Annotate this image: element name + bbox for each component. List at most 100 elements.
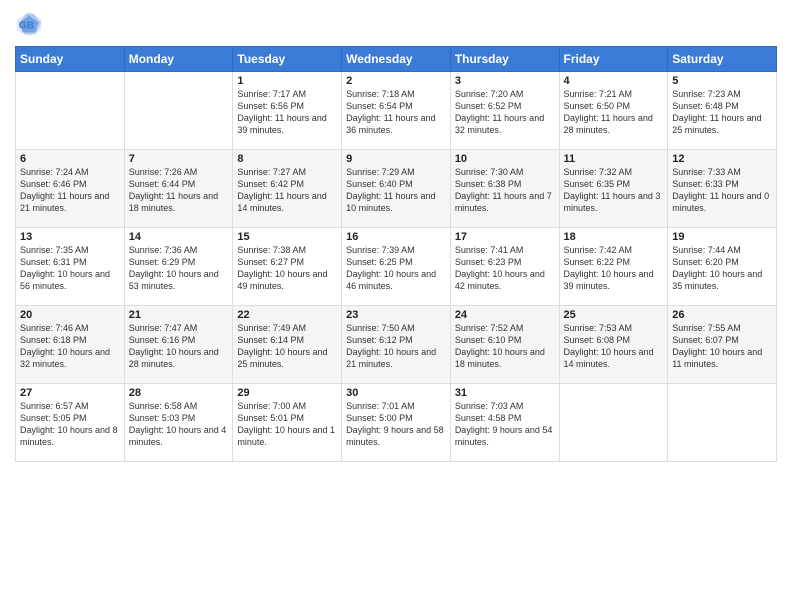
- day-cell: [124, 72, 233, 150]
- day-number: 21: [129, 309, 229, 321]
- day-number: 12: [672, 153, 772, 165]
- day-cell: 8Sunrise: 7:27 AM Sunset: 6:42 PM Daylig…: [233, 150, 342, 228]
- day-info: Sunrise: 7:18 AM Sunset: 6:54 PM Dayligh…: [346, 88, 446, 137]
- day-cell: 14Sunrise: 7:36 AM Sunset: 6:29 PM Dayli…: [124, 228, 233, 306]
- day-cell: 9Sunrise: 7:29 AM Sunset: 6:40 PM Daylig…: [342, 150, 451, 228]
- page: GB SundayMondayTuesdayWednesdayThursdayF…: [0, 0, 792, 612]
- logo-icon: GB: [15, 10, 43, 38]
- day-cell: 22Sunrise: 7:49 AM Sunset: 6:14 PM Dayli…: [233, 306, 342, 384]
- day-cell: 5Sunrise: 7:23 AM Sunset: 6:48 PM Daylig…: [668, 72, 777, 150]
- svg-text:GB: GB: [19, 21, 34, 32]
- day-info: Sunrise: 7:17 AM Sunset: 6:56 PM Dayligh…: [237, 88, 337, 137]
- day-number: 4: [564, 75, 664, 87]
- day-number: 8: [237, 153, 337, 165]
- day-info: Sunrise: 7:03 AM Sunset: 4:58 PM Dayligh…: [455, 400, 555, 449]
- day-number: 30: [346, 387, 446, 399]
- day-number: 5: [672, 75, 772, 87]
- day-info: Sunrise: 7:33 AM Sunset: 6:33 PM Dayligh…: [672, 166, 772, 215]
- day-info: Sunrise: 7:00 AM Sunset: 5:01 PM Dayligh…: [237, 400, 337, 449]
- day-cell: 25Sunrise: 7:53 AM Sunset: 6:08 PM Dayli…: [559, 306, 668, 384]
- day-cell: 2Sunrise: 7:18 AM Sunset: 6:54 PM Daylig…: [342, 72, 451, 150]
- day-info: Sunrise: 7:50 AM Sunset: 6:12 PM Dayligh…: [346, 322, 446, 371]
- day-cell: 27Sunrise: 6:57 AM Sunset: 5:05 PM Dayli…: [16, 384, 125, 462]
- day-number: 27: [20, 387, 120, 399]
- day-cell: 4Sunrise: 7:21 AM Sunset: 6:50 PM Daylig…: [559, 72, 668, 150]
- day-number: 7: [129, 153, 229, 165]
- day-cell: 30Sunrise: 7:01 AM Sunset: 5:00 PM Dayli…: [342, 384, 451, 462]
- day-number: 9: [346, 153, 446, 165]
- day-cell: 31Sunrise: 7:03 AM Sunset: 4:58 PM Dayli…: [450, 384, 559, 462]
- weekday-header-friday: Friday: [559, 47, 668, 72]
- day-info: Sunrise: 7:23 AM Sunset: 6:48 PM Dayligh…: [672, 88, 772, 137]
- day-number: 11: [564, 153, 664, 165]
- weekday-header-wednesday: Wednesday: [342, 47, 451, 72]
- day-number: 31: [455, 387, 555, 399]
- day-info: Sunrise: 7:47 AM Sunset: 6:16 PM Dayligh…: [129, 322, 229, 371]
- day-number: 16: [346, 231, 446, 243]
- day-info: Sunrise: 7:29 AM Sunset: 6:40 PM Dayligh…: [346, 166, 446, 215]
- day-info: Sunrise: 7:20 AM Sunset: 6:52 PM Dayligh…: [455, 88, 555, 137]
- day-number: 17: [455, 231, 555, 243]
- day-number: 24: [455, 309, 555, 321]
- day-number: 20: [20, 309, 120, 321]
- day-number: 28: [129, 387, 229, 399]
- header: GB: [15, 10, 777, 38]
- logo: GB: [15, 10, 47, 38]
- day-info: Sunrise: 7:21 AM Sunset: 6:50 PM Dayligh…: [564, 88, 664, 137]
- day-cell: 29Sunrise: 7:00 AM Sunset: 5:01 PM Dayli…: [233, 384, 342, 462]
- day-cell: 16Sunrise: 7:39 AM Sunset: 6:25 PM Dayli…: [342, 228, 451, 306]
- day-cell: 13Sunrise: 7:35 AM Sunset: 6:31 PM Dayli…: [16, 228, 125, 306]
- day-info: Sunrise: 7:27 AM Sunset: 6:42 PM Dayligh…: [237, 166, 337, 215]
- day-info: Sunrise: 7:24 AM Sunset: 6:46 PM Dayligh…: [20, 166, 120, 215]
- day-cell: 20Sunrise: 7:46 AM Sunset: 6:18 PM Dayli…: [16, 306, 125, 384]
- day-cell: 18Sunrise: 7:42 AM Sunset: 6:22 PM Dayli…: [559, 228, 668, 306]
- day-number: 14: [129, 231, 229, 243]
- day-number: 2: [346, 75, 446, 87]
- day-cell: [559, 384, 668, 462]
- day-info: Sunrise: 7:26 AM Sunset: 6:44 PM Dayligh…: [129, 166, 229, 215]
- week-row-5: 27Sunrise: 6:57 AM Sunset: 5:05 PM Dayli…: [16, 384, 777, 462]
- day-number: 19: [672, 231, 772, 243]
- day-number: 1: [237, 75, 337, 87]
- day-cell: 24Sunrise: 7:52 AM Sunset: 6:10 PM Dayli…: [450, 306, 559, 384]
- day-number: 15: [237, 231, 337, 243]
- day-cell: 26Sunrise: 7:55 AM Sunset: 6:07 PM Dayli…: [668, 306, 777, 384]
- day-cell: 28Sunrise: 6:58 AM Sunset: 5:03 PM Dayli…: [124, 384, 233, 462]
- day-info: Sunrise: 7:32 AM Sunset: 6:35 PM Dayligh…: [564, 166, 664, 215]
- weekday-header-tuesday: Tuesday: [233, 47, 342, 72]
- day-info: Sunrise: 6:57 AM Sunset: 5:05 PM Dayligh…: [20, 400, 120, 449]
- day-info: Sunrise: 7:46 AM Sunset: 6:18 PM Dayligh…: [20, 322, 120, 371]
- day-number: 25: [564, 309, 664, 321]
- day-cell: [16, 72, 125, 150]
- day-number: 29: [237, 387, 337, 399]
- weekday-header-row: SundayMondayTuesdayWednesdayThursdayFrid…: [16, 47, 777, 72]
- day-cell: 11Sunrise: 7:32 AM Sunset: 6:35 PM Dayli…: [559, 150, 668, 228]
- day-info: Sunrise: 7:36 AM Sunset: 6:29 PM Dayligh…: [129, 244, 229, 293]
- day-info: Sunrise: 6:58 AM Sunset: 5:03 PM Dayligh…: [129, 400, 229, 449]
- day-cell: 1Sunrise: 7:17 AM Sunset: 6:56 PM Daylig…: [233, 72, 342, 150]
- day-number: 3: [455, 75, 555, 87]
- weekday-header-thursday: Thursday: [450, 47, 559, 72]
- weekday-header-sunday: Sunday: [16, 47, 125, 72]
- day-info: Sunrise: 7:01 AM Sunset: 5:00 PM Dayligh…: [346, 400, 446, 449]
- day-cell: 6Sunrise: 7:24 AM Sunset: 6:46 PM Daylig…: [16, 150, 125, 228]
- weekday-header-monday: Monday: [124, 47, 233, 72]
- day-info: Sunrise: 7:41 AM Sunset: 6:23 PM Dayligh…: [455, 244, 555, 293]
- day-cell: [668, 384, 777, 462]
- day-number: 23: [346, 309, 446, 321]
- day-cell: 12Sunrise: 7:33 AM Sunset: 6:33 PM Dayli…: [668, 150, 777, 228]
- week-row-2: 6Sunrise: 7:24 AM Sunset: 6:46 PM Daylig…: [16, 150, 777, 228]
- weekday-header-saturday: Saturday: [668, 47, 777, 72]
- week-row-4: 20Sunrise: 7:46 AM Sunset: 6:18 PM Dayli…: [16, 306, 777, 384]
- day-info: Sunrise: 7:42 AM Sunset: 6:22 PM Dayligh…: [564, 244, 664, 293]
- day-cell: 10Sunrise: 7:30 AM Sunset: 6:38 PM Dayli…: [450, 150, 559, 228]
- day-info: Sunrise: 7:49 AM Sunset: 6:14 PM Dayligh…: [237, 322, 337, 371]
- day-info: Sunrise: 7:30 AM Sunset: 6:38 PM Dayligh…: [455, 166, 555, 215]
- day-number: 26: [672, 309, 772, 321]
- week-row-1: 1Sunrise: 7:17 AM Sunset: 6:56 PM Daylig…: [16, 72, 777, 150]
- day-info: Sunrise: 7:38 AM Sunset: 6:27 PM Dayligh…: [237, 244, 337, 293]
- day-info: Sunrise: 7:44 AM Sunset: 6:20 PM Dayligh…: [672, 244, 772, 293]
- day-cell: 21Sunrise: 7:47 AM Sunset: 6:16 PM Dayli…: [124, 306, 233, 384]
- day-number: 6: [20, 153, 120, 165]
- calendar: SundayMondayTuesdayWednesdayThursdayFrid…: [15, 46, 777, 462]
